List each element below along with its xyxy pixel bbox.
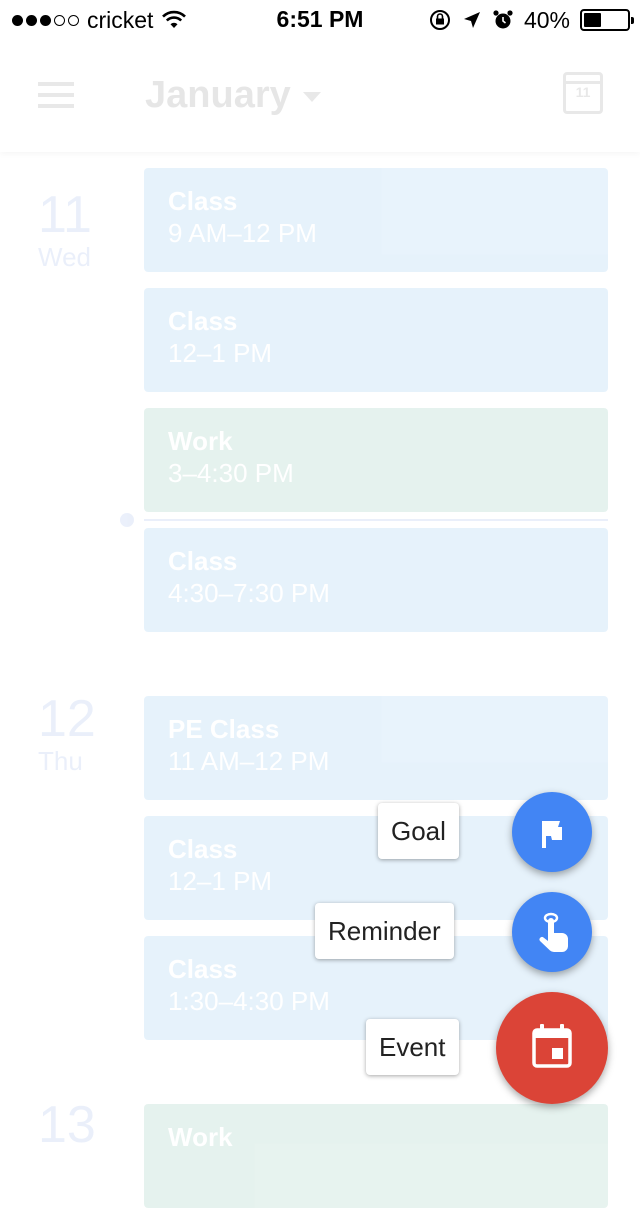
new-event-button[interactable] <box>496 992 608 1104</box>
event-card[interactable]: Class 9 AM–12 PM <box>144 168 608 272</box>
battery-percent: 40% <box>523 6 570 33</box>
calendar-today-day: 11 <box>575 84 591 100</box>
day-number: 11 <box>38 186 92 244</box>
event-title: Work <box>168 426 233 456</box>
orientation-lock-icon <box>429 10 450 30</box>
day-name: Thu <box>38 746 83 776</box>
reminder-label[interactable]: Reminder <box>315 903 454 959</box>
event-time: 12–1 PM <box>168 338 273 368</box>
app-bar: January 11 <box>0 40 640 152</box>
current-time-line <box>144 519 608 521</box>
event-card[interactable]: Class 4:30–7:30 PM <box>144 528 608 632</box>
event-card[interactable]: Class 12–1 PM <box>144 288 608 392</box>
reminder-finger-icon <box>539 912 568 953</box>
reminder-button[interactable] <box>512 892 592 972</box>
event-time: 4:30–7:30 PM <box>168 578 330 608</box>
location-arrow-icon <box>463 12 480 28</box>
goal-label[interactable]: Goal <box>378 803 459 859</box>
alarm-icon <box>493 10 513 29</box>
day-label: 12 Thu <box>38 692 96 777</box>
goal-button[interactable] <box>512 792 592 872</box>
event-card[interactable]: Work <box>144 1104 608 1208</box>
event-label[interactable]: Event <box>366 1019 459 1075</box>
event-title: Class <box>168 306 238 336</box>
day-number: 12 <box>38 690 96 748</box>
event-card[interactable]: Work 3–4:30 PM <box>144 408 608 512</box>
day-label: 13 <box>38 1098 96 1152</box>
status-bar-right: 40% <box>428 6 634 34</box>
dropdown-arrow-icon[interactable] <box>303 92 321 102</box>
event-title: Work <box>168 1122 233 1152</box>
month-selector[interactable]: January <box>145 74 291 117</box>
event-time: 11 AM–12 PM <box>168 746 330 776</box>
day-label: 11 Wed <box>38 188 92 273</box>
event-title: PE Class <box>168 714 280 744</box>
schedule-list: 11 Wed Class 9 AM–12 PM Class 12–1 PM Wo… <box>0 152 640 1208</box>
menu-icon[interactable] <box>38 82 74 110</box>
event-card[interactable]: PE Class 11 AM–12 PM <box>144 696 608 800</box>
calendar-event-icon <box>532 1024 572 1068</box>
status-bar: cricket 6:51 PM 40% <box>0 0 640 40</box>
event-time: 9 AM–12 PM <box>168 218 317 248</box>
event-title: Class <box>168 186 238 216</box>
current-time-dot <box>120 513 134 527</box>
flag-icon <box>542 821 562 848</box>
day-number: 13 <box>38 1096 96 1154</box>
event-time: 3–4:30 PM <box>168 458 294 488</box>
calendar-today-icon[interactable]: 11 <box>563 72 603 114</box>
day-name: Wed <box>38 242 91 272</box>
battery-icon <box>580 9 634 31</box>
event-title: Class <box>168 546 238 576</box>
